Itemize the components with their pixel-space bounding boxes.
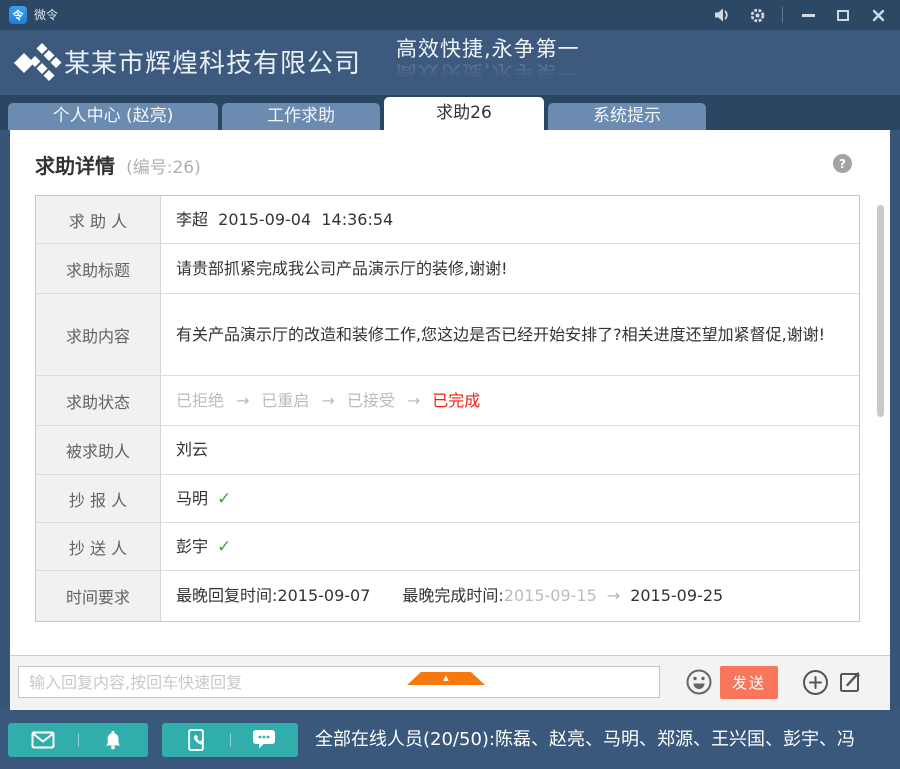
notification-button[interactable]	[79, 723, 149, 757]
message-tool-group	[8, 723, 148, 757]
minimize-icon	[802, 14, 815, 17]
slogan-reflection: 高效快捷,永争第一	[396, 59, 580, 89]
titlebar-divider	[782, 7, 783, 23]
cc-send-name: 彭宇	[176, 534, 208, 560]
detail-table: 求 助 人 李超 2015-09-04 14:36:54 求助标题 请贵部抓紧完…	[35, 195, 860, 622]
maximize-button[interactable]	[833, 5, 853, 25]
row-label: 时间要求	[36, 571, 161, 621]
scrollbar-thumb[interactable]	[877, 205, 884, 417]
table-row-status: 求助状态 已拒绝 → 已重启 → 已接受 → 已完成	[36, 376, 859, 426]
row-label: 求助状态	[36, 376, 161, 425]
page-subtitle: (编号:26)	[126, 158, 201, 178]
compose-button[interactable]	[836, 667, 866, 697]
reply-deadline-date: 2015-09-07	[277, 583, 370, 609]
arrow-icon: →	[321, 388, 334, 414]
finish-deadline-old-date: 2015-09-15	[504, 583, 597, 609]
app-window: 令 微令	[0, 0, 900, 769]
check-icon: ✓	[217, 486, 231, 512]
volume-icon[interactable]	[712, 5, 732, 25]
finish-deadline-new-date: 2015-09-25	[630, 583, 723, 609]
app-title: 微令	[34, 0, 58, 30]
status-step-completed: 已完成	[432, 388, 480, 414]
row-value: 刘云	[161, 426, 859, 474]
help-icon[interactable]: ?	[833, 154, 852, 173]
emoji-button[interactable]	[684, 667, 714, 697]
close-icon	[872, 9, 885, 22]
reply-deadline-label: 最晚回复时间:	[176, 583, 277, 609]
contacts-phone-icon	[185, 728, 207, 752]
table-row-cc-report: 抄 报 人 马明 ✓	[36, 475, 859, 523]
title-bar: 令 微令	[0, 0, 900, 30]
chat-button[interactable]	[231, 723, 299, 757]
contacts-button[interactable]	[162, 723, 230, 757]
tab-work-help[interactable]: 工作求助	[222, 103, 380, 130]
finish-deadline-label: 最晚完成时间:	[402, 583, 503, 609]
page-title-row: 求助详情 (编号:26) ?	[35, 150, 872, 180]
status-flow: 已拒绝 → 已重启 → 已接受 → 已完成	[161, 376, 859, 425]
table-row-content: 求助内容 有关产品演示厅的改造和装修工作,您这边是否已经开始安排了?相关进度还望…	[36, 294, 859, 376]
row-label: 抄 报 人	[36, 475, 161, 522]
gear-icon	[749, 7, 766, 24]
row-value: 李超 2015-09-04 14:36:54	[161, 196, 859, 243]
row-value: 请贵部抓紧完成我公司产品演示厅的装修,谢谢!	[161, 244, 859, 293]
smiley-icon	[685, 668, 713, 696]
status-step-accepted: 已接受	[347, 388, 395, 414]
table-row-cc-send: 抄 送 人 彭宇 ✓	[36, 523, 859, 571]
slogan-block: 高效快捷,永争第一 高效快捷,永争第一	[396, 33, 580, 89]
main-content: 求助详情 (编号:26) ? 求 助 人 李超 2015-09-04 14:36…	[10, 130, 890, 710]
row-label: 求助标题	[36, 244, 161, 293]
table-row-title: 求助标题 请贵部抓紧完成我公司产品演示厅的装修,谢谢!	[36, 244, 859, 294]
arrow-icon: →	[407, 388, 420, 414]
time-requirements: 最晚回复时间: 2015-09-07 最晚完成时间: 2015-09-15 → …	[161, 571, 859, 621]
plus-circle-icon	[802, 669, 829, 696]
chat-bubble-icon	[252, 729, 276, 751]
bottom-bar: 全部在线人员(20/50):陈磊、赵亮、马明、郑源、王兴国、彭宇、冯	[0, 710, 900, 769]
cc-report-name: 马明	[176, 486, 208, 512]
row-label: 抄 送 人	[36, 523, 161, 570]
window-controls	[712, 0, 888, 30]
close-button[interactable]	[868, 5, 888, 25]
check-icon: ✓	[217, 534, 231, 560]
status-step-rejected: 已拒绝	[176, 388, 224, 414]
app-header: 某某市辉煌科技有限公司 高效快捷,永争第一 高效快捷,永争第一	[0, 30, 900, 95]
company-name: 某某市辉煌科技有限公司	[64, 30, 361, 95]
row-value-wrap: 彭宇 ✓	[161, 523, 859, 570]
mail-button[interactable]	[8, 723, 78, 757]
send-button[interactable]: 发送	[720, 666, 778, 699]
page-title: 求助详情	[35, 154, 115, 178]
company-logo	[14, 41, 66, 85]
status-step-restarted: 已重启	[261, 388, 309, 414]
speaker-icon	[713, 7, 732, 23]
row-value-wrap: 马明 ✓	[161, 475, 859, 522]
table-row-helpee: 被求助人 刘云	[36, 426, 859, 475]
tab-help-26[interactable]: 求助26	[384, 97, 544, 130]
reply-input[interactable]	[18, 666, 660, 698]
table-row-time: 时间要求 最晚回复时间: 2015-09-07 最晚完成时间: 2015-09-…	[36, 571, 859, 621]
bell-icon	[102, 729, 124, 752]
row-label: 求 助 人	[36, 196, 161, 243]
row-label: 求助内容	[36, 294, 161, 375]
tab-system-notice[interactable]: 系统提示	[548, 103, 706, 130]
contact-tool-group	[162, 723, 298, 757]
row-value: 有关产品演示厅的改造和装修工作,您这边是否已经开始安排了?相关进度还望加紧督促,…	[161, 294, 859, 375]
online-users-text: 全部在线人员(20/50):陈磊、赵亮、马明、郑源、王兴国、彭宇、冯	[315, 710, 890, 769]
row-label: 被求助人	[36, 426, 161, 474]
settings-gear-icon[interactable]	[747, 5, 767, 25]
arrow-icon: →	[236, 388, 249, 414]
add-button[interactable]	[800, 667, 830, 697]
table-row-requester: 求 助 人 李超 2015-09-04 14:36:54	[36, 196, 859, 244]
tab-personal-center[interactable]: 个人中心 (赵亮)	[8, 103, 218, 130]
maximize-icon	[837, 10, 849, 21]
app-logo-icon: 令	[9, 6, 27, 24]
arrow-icon: →	[607, 583, 620, 609]
compose-icon	[838, 669, 864, 695]
minimize-button[interactable]	[798, 5, 818, 25]
envelope-icon	[31, 731, 55, 749]
tab-bar: 个人中心 (赵亮) 工作求助 求助26 系统提示	[0, 95, 900, 130]
